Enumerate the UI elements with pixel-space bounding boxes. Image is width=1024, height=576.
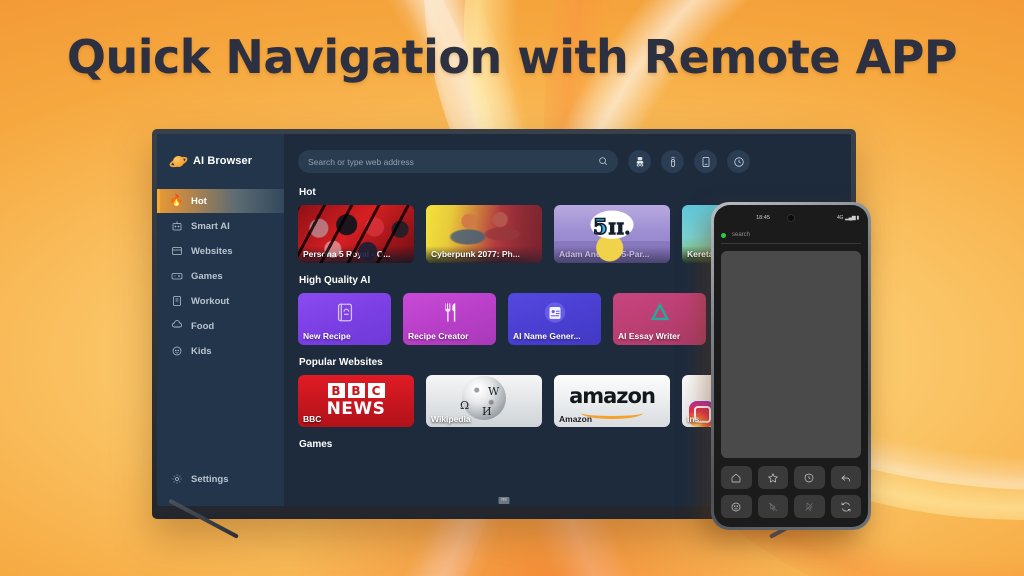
bookmark-icon[interactable] xyxy=(694,150,717,173)
phone-search-input[interactable]: search xyxy=(721,227,861,244)
sidebar-item-label: Food xyxy=(191,320,215,332)
sidebar-item-label: Smart AI xyxy=(191,220,230,232)
app-brand: AI Browser xyxy=(157,148,284,174)
sidebar-item-food[interactable]: Food xyxy=(157,314,284,338)
search-placeholder: Search or type web address xyxy=(308,156,414,167)
history-clock-icon[interactable] xyxy=(794,466,825,489)
sidebar-item-settings[interactable]: Settings xyxy=(157,467,284,491)
phone-touchpad[interactable] xyxy=(721,251,861,458)
card-label: AI Name Gener... xyxy=(513,331,581,341)
recipe-book-icon xyxy=(334,301,356,328)
phone-screen: 18:45 4G ▂▄▆ ▮ search xyxy=(714,205,868,527)
gear-icon xyxy=(170,473,183,486)
face-icon[interactable] xyxy=(721,495,752,518)
hot-card[interactable]: Cyberpunk 2077: Ph... xyxy=(426,205,542,263)
mi-brand-mark: mi xyxy=(498,497,510,504)
flame-icon: 🔥 xyxy=(169,194,184,207)
section-title-hot: Hot xyxy=(299,187,316,198)
cast-icon[interactable] xyxy=(628,150,651,173)
home-icon[interactable] xyxy=(721,466,752,489)
card-label: Wikipedia xyxy=(431,414,471,424)
ai-card[interactable]: AI Essay Writer xyxy=(613,293,706,345)
card-label: Adam And Eve-5-Par... xyxy=(554,246,670,263)
sidebar-item-label: Games xyxy=(191,270,223,282)
sidebar-item-hot[interactable]: 🔥 Hot xyxy=(157,189,284,213)
search-input[interactable]: Search or type web address xyxy=(298,150,618,173)
sidebar-item-kids[interactable]: Kids xyxy=(157,339,284,363)
bbc-news-text: NEWS xyxy=(326,399,386,419)
back-arrow-icon[interactable] xyxy=(830,466,861,489)
sidebar-nav: 🔥 Hot Smart AI Websites Games Workout Fo… xyxy=(157,189,284,363)
connected-indicator xyxy=(721,232,726,238)
page-title: Quick Navigation with Remote APP xyxy=(66,30,958,84)
sidebar-item-websites[interactable]: Websites xyxy=(157,239,284,263)
card-label: Amazon xyxy=(559,414,593,424)
triangle-a-icon xyxy=(649,301,671,328)
card-label: Ins... xyxy=(687,414,707,424)
phone-device: 18:45 4G ▂▄▆ ▮ search xyxy=(711,202,871,530)
wikipedia-glyph: Ω xyxy=(460,399,470,412)
fork-knife-icon xyxy=(439,301,461,328)
phone-status-bar: 18:45 4G ▂▄▆ ▮ xyxy=(721,211,861,225)
wikipedia-glyph: W xyxy=(488,385,500,398)
website-card-amazon[interactable]: amazon Amazon xyxy=(554,375,670,427)
phone-search-placeholder: search xyxy=(732,232,751,238)
wikipedia-glyph: И xyxy=(482,405,492,418)
toolbar: Search or type web address xyxy=(298,150,851,173)
sidebar: AI Browser 🔥 Hot Smart AI Websites Games… xyxy=(157,134,284,506)
ai-card[interactable]: Recipe Creator xyxy=(403,293,496,345)
id-card-icon xyxy=(544,301,566,328)
card-label: Cyberpunk 2077: Ph... xyxy=(426,246,542,263)
sidebar-item-workout[interactable]: Workout xyxy=(157,289,284,313)
amazon-logo: amazon xyxy=(569,383,656,408)
sidebar-item-games[interactable]: Games xyxy=(157,264,284,288)
sidebar-item-label: Settings xyxy=(191,473,229,485)
kid-face-icon xyxy=(170,345,183,358)
card-label: Persona 5 Royal - O... xyxy=(298,246,414,263)
phone-remote-buttons xyxy=(721,466,861,518)
ai-card[interactable]: AI Name Gener... xyxy=(508,293,601,345)
gamepad-icon xyxy=(170,270,183,283)
app-name: AI Browser xyxy=(193,155,253,167)
star-icon[interactable] xyxy=(757,466,788,489)
history-clock-icon[interactable] xyxy=(727,150,750,173)
browser-window-icon xyxy=(170,245,183,258)
card-label: AI Essay Writer xyxy=(618,331,681,341)
website-card-wikipedia[interactable]: W Ω И Wikipedia xyxy=(426,375,542,427)
robot-icon xyxy=(170,220,183,233)
search-icon[interactable] xyxy=(598,153,608,171)
front-camera-icon xyxy=(787,214,795,222)
status-icons: 4G ▂▄▆ ▮ xyxy=(837,215,859,221)
ai-card[interactable]: New Recipe xyxy=(298,293,391,345)
hot-card[interactable]: Persona 5 Royal - O... xyxy=(298,205,414,263)
chef-hat-icon xyxy=(170,320,183,333)
list-icon xyxy=(170,295,183,308)
pointer-off-icon[interactable] xyxy=(794,495,825,518)
website-card-bbc[interactable]: BBC NEWS BBC xyxy=(298,375,414,427)
planet-icon xyxy=(168,154,189,169)
sidebar-item-label: Websites xyxy=(191,245,233,257)
refresh-icon[interactable] xyxy=(830,495,861,518)
phone-body: 18:45 4G ▂▄▆ ▮ search xyxy=(711,202,871,530)
card-badge: 5II. xyxy=(592,213,631,240)
card-label: Recipe Creator xyxy=(408,331,469,341)
sidebar-item-label: Hot xyxy=(191,195,207,207)
sidebar-item-smart-ai[interactable]: Smart AI xyxy=(157,214,284,238)
hot-card[interactable]: 5II. Adam And Eve-5-Par... xyxy=(554,205,670,263)
status-time: 18:45 xyxy=(756,215,770,221)
card-label: New Recipe xyxy=(303,331,351,341)
mouse-off-icon[interactable] xyxy=(757,495,788,518)
remote-control-icon[interactable] xyxy=(661,150,684,173)
card-label: BBC xyxy=(303,414,322,424)
sidebar-item-label: Kids xyxy=(191,345,212,357)
sidebar-item-label: Workout xyxy=(191,295,230,307)
